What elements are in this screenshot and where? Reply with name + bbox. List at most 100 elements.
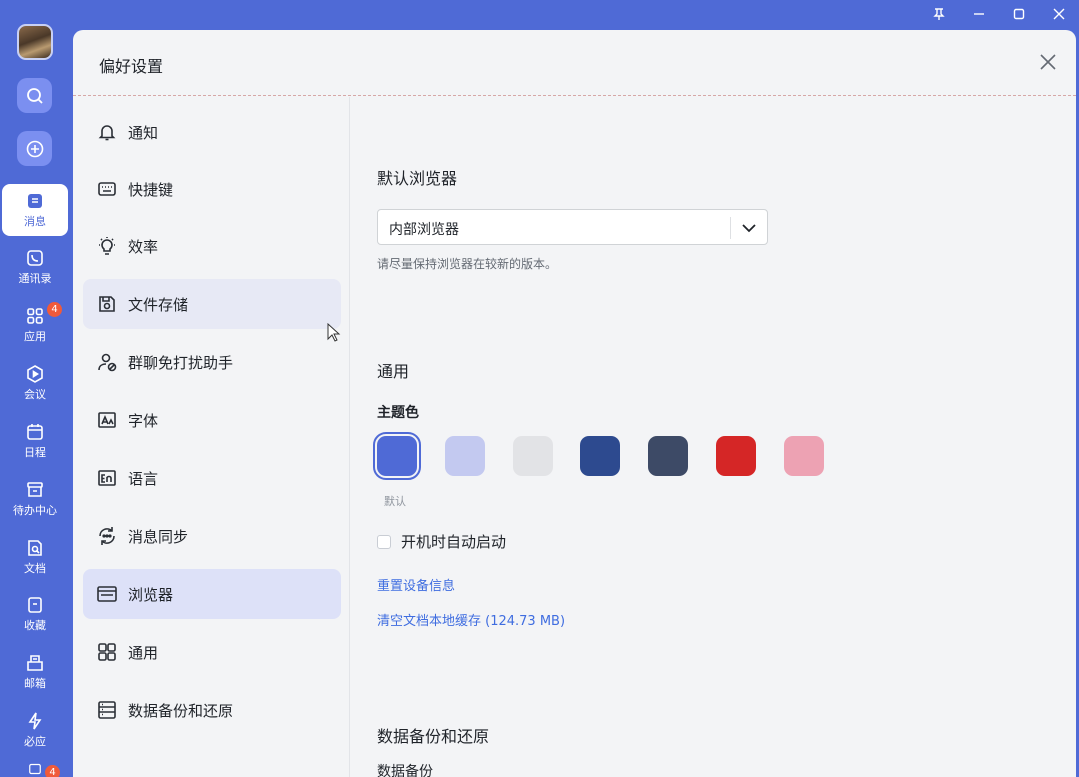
- rail-item-contacts[interactable]: 通讯录: [0, 241, 70, 293]
- add-button[interactable]: [17, 131, 52, 166]
- language-icon: [98, 470, 116, 486]
- theme-swatch-gray[interactable]: [513, 436, 553, 476]
- message-icon: [28, 194, 42, 208]
- nav-item-general[interactable]: 通用: [83, 627, 341, 677]
- clear-cache-link[interactable]: 清空文档本地缓存 (124.73 MB): [377, 610, 565, 629]
- rail-item-label: 待办中心: [13, 504, 57, 517]
- autostart-row[interactable]: 开机时自动启动: [377, 531, 506, 552]
- backup-sub-label: 数据备份: [377, 764, 433, 777]
- theme-swatch-lavender[interactable]: [445, 436, 485, 476]
- nav-item-notification[interactable]: 通知: [83, 107, 341, 157]
- default-browser-select[interactable]: 内部浏览器: [377, 209, 768, 245]
- nav-item-message-sync[interactable]: 消息同步: [83, 511, 341, 561]
- rail-item-apps[interactable]: 应用 4: [0, 299, 70, 351]
- settings-content: 默认浏览器 内部浏览器 请尽量保持浏览器在较新的版本。 通用 主题色 默认 开机…: [350, 97, 1076, 777]
- rail-item-label: 应用: [24, 330, 46, 343]
- theme-swatch-navy[interactable]: [580, 436, 620, 476]
- plus-circle-icon: [26, 140, 43, 157]
- rail-item-bing[interactable]: 必应: [0, 704, 70, 756]
- rail-item-docs[interactable]: 文档: [0, 531, 70, 583]
- nav-item-shortcuts[interactable]: 快捷键: [83, 164, 341, 214]
- sync-icon: [99, 527, 115, 545]
- preferences-dialog: 偏好设置 通知 快捷键 效率 文件存储 群聊免打扰助手 字体 语言 消息同步 浏…: [73, 30, 1076, 777]
- rail-item-label: 通讯录: [18, 272, 52, 285]
- general-section-title: 通用: [377, 362, 410, 381]
- apps-icon: [27, 308, 43, 324]
- window-controls: [919, 0, 1079, 28]
- theme-swatch-red[interactable]: [716, 436, 756, 476]
- nav-item-backup[interactable]: 数据备份和还原: [83, 685, 341, 735]
- cursor-icon: [327, 323, 341, 342]
- apps-badge: 4: [47, 302, 62, 317]
- chevron-down-icon: [742, 224, 756, 233]
- rail-item-label: 日程: [24, 446, 46, 459]
- docs-icon: [28, 540, 42, 556]
- reset-device-link[interactable]: 重置设备信息: [377, 575, 455, 594]
- rail-item-mail[interactable]: 邮箱: [0, 646, 70, 698]
- nav-item-language[interactable]: 语言: [83, 453, 341, 503]
- theme-swatch-pink[interactable]: [784, 436, 824, 476]
- search-button[interactable]: [17, 78, 52, 113]
- backup-icon: [98, 701, 116, 719]
- rail-item-favorites[interactable]: 收藏: [0, 588, 70, 640]
- rail-item-label: 邮箱: [24, 677, 46, 690]
- nav-item-file-storage[interactable]: 文件存储: [83, 279, 341, 329]
- rail-item-messages[interactable]: 消息: [2, 184, 68, 236]
- close-window-icon[interactable]: [1039, 0, 1079, 28]
- contacts-icon: [27, 250, 43, 266]
- autostart-checkbox[interactable]: [377, 534, 391, 549]
- theme-swatch-slate[interactable]: [648, 436, 688, 476]
- avatar[interactable]: [17, 24, 53, 60]
- font-icon: [98, 412, 116, 428]
- minimize-icon[interactable]: [959, 0, 999, 28]
- mail-icon: [27, 655, 43, 671]
- nav-item-label: 字体: [128, 411, 159, 430]
- rail-item-more[interactable]: 4: [0, 760, 70, 777]
- nav-item-group-dnd[interactable]: 群聊免打扰助手: [83, 337, 341, 387]
- bulb-icon: [99, 237, 115, 255]
- pin-icon[interactable]: [919, 0, 959, 28]
- nav-item-label: 群聊免打扰助手: [128, 353, 234, 372]
- calendar-icon: [27, 424, 43, 440]
- nav-item-efficiency[interactable]: 效率: [83, 221, 341, 271]
- maximize-icon[interactable]: [999, 0, 1039, 28]
- rail-item-calendar[interactable]: 日程: [0, 415, 70, 467]
- nav-item-browser[interactable]: 浏览器: [83, 569, 341, 619]
- dialog-body: 通知 快捷键 效率 文件存储 群聊免打扰助手 字体 语言 消息同步 浏览器 通用…: [73, 97, 1076, 777]
- bell-icon: [98, 125, 116, 141]
- meeting-icon: [27, 365, 43, 383]
- dialog-title: 偏好设置: [99, 57, 164, 76]
- settings-nav: 通知 快捷键 效率 文件存储 群聊免打扰助手 字体 语言 消息同步 浏览器 通用…: [73, 97, 350, 777]
- favorites-icon: [28, 597, 42, 613]
- more-badge: 4: [45, 765, 60, 777]
- rail-item-meeting[interactable]: 会议: [0, 357, 70, 409]
- nav-item-label: 消息同步: [128, 527, 189, 546]
- nav-item-label: 效率: [128, 237, 159, 256]
- browser-icon: [97, 586, 117, 602]
- rail-item-label: 文档: [24, 562, 46, 575]
- nav-item-label: 数据备份和还原: [128, 701, 234, 720]
- rail-item-label: 会议: [24, 388, 46, 401]
- nav-item-font[interactable]: 字体: [83, 395, 341, 445]
- left-rail: 消息 通讯录 应用 4 会议 日程 待办中心 文档 收藏 邮箱 必应 4: [0, 0, 70, 777]
- theme-swatch-default[interactable]: [373, 432, 421, 480]
- autostart-label: 开机时自动启动: [401, 533, 507, 551]
- nav-item-label: 快捷键: [128, 180, 174, 199]
- close-icon[interactable]: [1038, 52, 1058, 72]
- browser-section-title: 默认浏览器: [377, 169, 458, 188]
- select-divider: [730, 217, 731, 239]
- default-swatch-caption: 默认: [384, 495, 406, 508]
- browser-hint: 请尽量保持浏览器在较新的版本。: [377, 257, 558, 271]
- nav-item-label: 通知: [128, 123, 159, 142]
- select-value: 内部浏览器: [389, 222, 459, 238]
- theme-color-label: 主题色: [377, 405, 419, 421]
- rail-item-todo[interactable]: 待办中心: [0, 473, 70, 525]
- nav-item-label: 浏览器: [128, 585, 174, 604]
- todo-icon: [27, 482, 43, 497]
- search-icon: [26, 87, 43, 104]
- bolt-icon: [28, 712, 42, 730]
- rail-item-label: 收藏: [24, 619, 46, 632]
- keyboard-icon: [98, 182, 116, 196]
- rail-item-label: 消息: [24, 215, 46, 228]
- nav-item-label: 语言: [128, 469, 159, 488]
